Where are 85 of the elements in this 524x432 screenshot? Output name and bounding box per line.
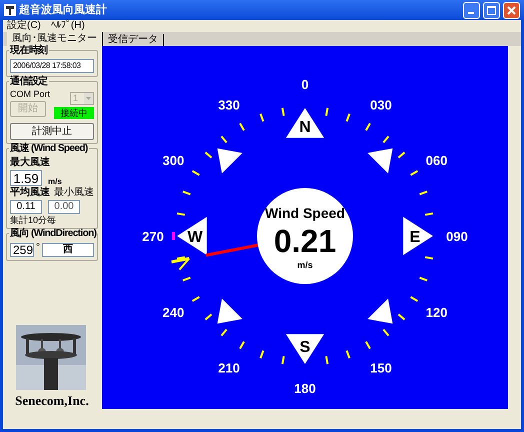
cardinal-letter: N bbox=[299, 119, 311, 136]
tick-mark bbox=[281, 108, 285, 116]
triangle-marker bbox=[368, 148, 393, 174]
cardinal-letter: S bbox=[300, 339, 310, 356]
cardinal-letter: W bbox=[187, 229, 203, 246]
tick-mark bbox=[325, 356, 329, 364]
speed-unit: m/s bbox=[297, 260, 313, 270]
field-label: 最大風速 bbox=[10, 158, 51, 168]
port-label: COM Port bbox=[10, 90, 50, 99]
field-label: 最小風速 bbox=[54, 188, 94, 198]
unit-label: m/s bbox=[48, 178, 62, 186]
cardinal-marker bbox=[403, 216, 433, 256]
close-icon bbox=[507, 6, 516, 14]
tick-mark bbox=[419, 276, 428, 282]
group-title: 風向 (WindDirection) bbox=[9, 229, 98, 239]
menu-item[interactable]: 設定(C) bbox=[7, 20, 41, 30]
tick-mark bbox=[260, 350, 264, 358]
tick-mark bbox=[410, 170, 418, 176]
bearing-label: 270 bbox=[142, 229, 164, 244]
speed-value: 0.21 bbox=[274, 223, 336, 259]
tick-mark bbox=[281, 356, 285, 364]
tick-mark bbox=[410, 296, 418, 302]
degree-sign: ° bbox=[36, 243, 40, 253]
bearing-label: 0 bbox=[301, 77, 309, 92]
bearing-label: 030 bbox=[370, 97, 392, 112]
input-field[interactable]: 259 bbox=[10, 243, 34, 257]
minimize-button[interactable] bbox=[463, 2, 480, 18]
tick-mark bbox=[346, 114, 350, 122]
triangle-marker bbox=[368, 298, 393, 324]
tick-mark bbox=[365, 341, 371, 350]
speed-title: Wind Speed bbox=[265, 205, 345, 221]
group-title: 現在時刻 bbox=[9, 46, 49, 56]
status-indicator: 接続中 bbox=[54, 107, 94, 119]
input-field[interactable]: 0.00 bbox=[48, 200, 80, 214]
tick-mark bbox=[365, 122, 371, 131]
bearing-label: 150 bbox=[370, 360, 392, 376]
input-field[interactable]: 0.11 bbox=[10, 200, 42, 214]
tick-mark bbox=[346, 350, 350, 358]
caret-icon bbox=[86, 97, 91, 100]
input-field[interactable]: 2006/03/28 17:58:03 bbox=[10, 59, 94, 73]
bearing-label: 060 bbox=[426, 153, 448, 168]
field-label: 平均風速 bbox=[10, 188, 50, 198]
bearing-label: 210 bbox=[218, 360, 240, 376]
bearing-label: 300 bbox=[162, 153, 184, 168]
tick-mark bbox=[239, 122, 245, 131]
tick-mark bbox=[176, 212, 186, 216]
direction-range-mark bbox=[171, 257, 190, 270]
tick-mark bbox=[325, 108, 329, 116]
bearing-label: 180 bbox=[294, 381, 316, 396]
tick-mark bbox=[260, 114, 264, 122]
maximize-button[interactable] bbox=[483, 2, 500, 18]
tick-mark bbox=[192, 296, 200, 302]
input-field[interactable]: 1.59 bbox=[10, 170, 42, 186]
tick-mark bbox=[419, 190, 428, 196]
tick-mark bbox=[424, 212, 434, 216]
direction-marker bbox=[172, 232, 175, 240]
app-icon bbox=[4, 4, 16, 16]
cardinal-marker bbox=[286, 334, 324, 364]
tick-mark bbox=[192, 170, 200, 176]
cardinal-marker bbox=[177, 216, 207, 256]
menu-item[interactable]: ﾍﾙﾌﾟ(H) bbox=[50, 20, 85, 30]
group-title: 通信設定 bbox=[9, 77, 49, 87]
bearing-label: 090 bbox=[446, 229, 468, 244]
bearing-label: 330 bbox=[218, 97, 240, 112]
bearing-label: 120 bbox=[426, 305, 448, 320]
stop-button[interactable]: 計測中止 bbox=[10, 123, 94, 140]
tick-mark bbox=[176, 256, 186, 260]
company-name: Senecom,Inc. bbox=[14, 394, 90, 409]
bearing-label: 240 bbox=[162, 305, 184, 320]
triangle-marker bbox=[217, 148, 242, 174]
close-button[interactable] bbox=[503, 2, 520, 18]
window-title: 超音波風向風速計 bbox=[19, 2, 108, 18]
group-title: 風速 (Wind Speed) bbox=[9, 144, 89, 154]
minimize-icon bbox=[468, 12, 474, 14]
maximize-icon bbox=[487, 6, 496, 14]
triangle-marker bbox=[217, 298, 242, 324]
tick-mark bbox=[424, 256, 434, 260]
note-text: 集計10分毎 bbox=[10, 216, 58, 225]
tick-mark bbox=[182, 190, 191, 196]
tick-mark bbox=[239, 341, 245, 350]
tick-mark bbox=[182, 276, 191, 282]
cardinal-letter: E bbox=[410, 229, 420, 246]
tab[interactable]: 風向･風速モニター bbox=[7, 32, 103, 46]
cardinal-marker bbox=[286, 108, 324, 138]
input-field[interactable]: 西 bbox=[42, 243, 94, 257]
